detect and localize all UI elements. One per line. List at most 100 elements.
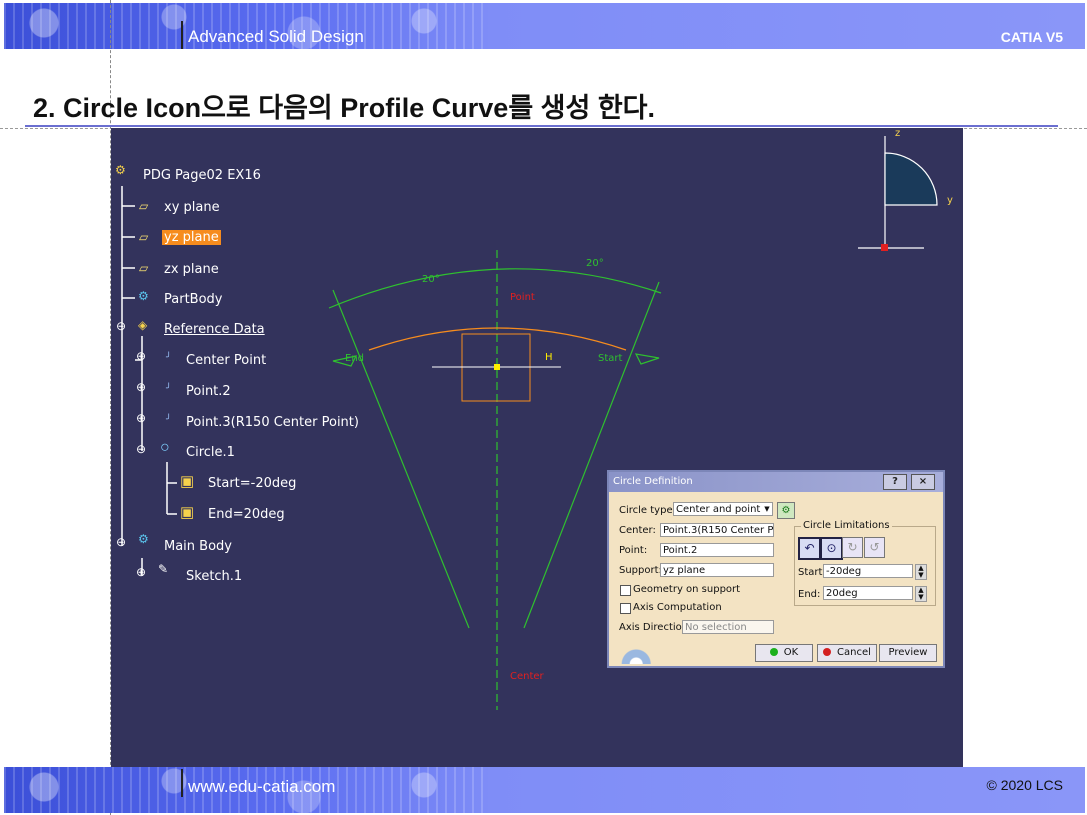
- compass-quadrant: [884, 152, 938, 206]
- circle-limitations-label: Circle Limitations: [801, 520, 892, 531]
- help-button[interactable]: ?: [883, 474, 907, 490]
- axis-computation-label: Axis Computation: [633, 602, 722, 613]
- end-label: End: [345, 353, 365, 364]
- circle-type-label: Circle type :: [619, 505, 680, 516]
- start-arrow: [634, 353, 660, 365]
- axis-direction-field[interactable]: No selection: [682, 620, 774, 634]
- end-field[interactable]: 20deg: [823, 586, 913, 600]
- collapse-icon[interactable]: ⊖: [116, 319, 126, 333]
- start-spinner-icon[interactable]: ▲ ▼: [915, 564, 927, 580]
- circle-definition-dialog: Circle Definition ? × Circle type : Cent…: [607, 470, 945, 668]
- expand-icon[interactable]: ⊕: [136, 411, 146, 425]
- sketch-icon: ✎: [158, 562, 169, 576]
- circle-icon: ○: [160, 439, 170, 456]
- compass-y-label: y: [947, 195, 953, 206]
- tree-item-end[interactable]: End=20deg: [208, 507, 285, 522]
- circle-type-lock-icon[interactable]: ⚙: [777, 502, 795, 519]
- compass-z-label: z: [895, 128, 901, 139]
- cancel-label: Cancel: [837, 647, 871, 658]
- header-brand: CATIA V5: [1000, 29, 1063, 45]
- point-label: Point: [510, 292, 535, 303]
- start-label: Start: [598, 353, 623, 364]
- support-label: Support:: [619, 565, 662, 576]
- start-label: Start:: [798, 567, 826, 578]
- point-label: Point:: [619, 545, 648, 556]
- end-spinner-icon[interactable]: ▲ ▼: [915, 586, 927, 602]
- partbody-icon: ⚙: [138, 289, 149, 303]
- title-underline: [25, 125, 1058, 127]
- center-label: Center: [510, 671, 544, 682]
- angle-dimension-arc: [328, 268, 662, 309]
- parameter-icon: ▣: [180, 504, 195, 521]
- body-icon: ⚙: [138, 532, 149, 546]
- dialog-titlebar[interactable]: Circle Definition ? ×: [609, 472, 943, 492]
- center-field[interactable]: Point.3(R150 Center Point): [660, 523, 774, 537]
- axis-direction-label: Axis Direction:: [619, 622, 692, 633]
- catia-viewport[interactable]: ⚙ PDG Page02 EX16 ▱ xy plane ▱ yz plane …: [111, 128, 963, 768]
- support-field[interactable]: yz plane: [660, 563, 774, 577]
- tree-item-partbody[interactable]: PartBody: [164, 292, 222, 307]
- plane-icon: ▱: [139, 199, 149, 213]
- point-icon: ╯: [166, 383, 172, 393]
- expand-icon[interactable]: ⊕: [136, 380, 146, 394]
- plane-icon: ▱: [139, 261, 149, 275]
- ok-label: OK: [783, 647, 799, 658]
- footer-separator: [181, 769, 183, 797]
- point-icon: ╯: [166, 414, 172, 424]
- cancel-dot-icon: [823, 648, 832, 656]
- tree-item-point-2[interactable]: Point.2: [186, 384, 231, 399]
- collapse-icon[interactable]: ⊖: [136, 442, 146, 456]
- collapse-icon[interactable]: ⊖: [116, 535, 126, 549]
- axis-computation-checkbox[interactable]: [620, 603, 631, 614]
- expand-icon[interactable]: ⊕: [136, 349, 146, 363]
- close-button[interactable]: ×: [911, 474, 935, 490]
- preview-button[interactable]: Preview: [879, 644, 937, 662]
- chevron-down-icon[interactable]: ▼: [762, 503, 772, 515]
- slide-title: 2. Circle Icon으로 다음의 Profile Curve를 생성 한…: [33, 93, 656, 123]
- complement-arc-icon[interactable]: ↺: [864, 537, 885, 558]
- slide-footer: www.edu-catia.com © 2020 LCS: [4, 767, 1085, 813]
- whole-circle-icon[interactable]: ⊙: [820, 537, 843, 560]
- tree-item-xy-plane[interactable]: xy plane: [164, 200, 220, 215]
- slide-header: Advanced Solid Design CATIA V5: [4, 3, 1085, 49]
- tree-item-center-point[interactable]: Center Point: [186, 353, 266, 368]
- angle-label-right: 20°: [586, 258, 604, 269]
- tree-item-circle-1[interactable]: Circle.1: [186, 445, 235, 460]
- geometrical-set-icon: ◈: [138, 318, 148, 332]
- center-label: Center:: [619, 525, 656, 536]
- tree-item-yz-plane[interactable]: yz plane: [162, 230, 221, 245]
- header-separator: [181, 21, 183, 49]
- circle-limitations-group: Circle Limitations ↶ ⊙ ↻ ↺ Start: -20deg…: [794, 520, 936, 606]
- part-arc-icon[interactable]: ↶: [798, 537, 821, 560]
- point-marker: [494, 364, 500, 370]
- geometry-on-support-checkbox[interactable]: [620, 585, 631, 596]
- plane-icon: ▱: [139, 230, 149, 244]
- tree-root[interactable]: PDG Page02 EX16: [143, 168, 261, 183]
- point-field[interactable]: Point.2: [660, 543, 774, 557]
- trim-arc-icon[interactable]: ↻: [842, 537, 863, 558]
- cancel-button[interactable]: Cancel: [817, 644, 877, 662]
- start-field[interactable]: -20deg: [823, 564, 913, 578]
- part-document-icon: ⚙: [115, 163, 126, 177]
- angle-label-left: 20°: [422, 274, 440, 285]
- circle-type-select[interactable]: Center and point: [673, 502, 773, 516]
- header-title: Advanced Solid Design: [188, 27, 364, 46]
- footer-copyright: © 2020 LCS: [986, 777, 1063, 793]
- tree-item-start[interactable]: Start=-20deg: [208, 476, 296, 491]
- geometry-on-support-label: Geometry on support: [633, 584, 741, 595]
- tree-item-point-3[interactable]: Point.3(R150 Center Point): [186, 415, 359, 430]
- expand-icon[interactable]: ⊕: [136, 565, 146, 579]
- ok-dot-icon: [769, 648, 778, 656]
- tree-item-zx-plane[interactable]: zx plane: [164, 262, 219, 277]
- footer-url[interactable]: www.edu-catia.com: [188, 777, 335, 797]
- tree-item-reference-data[interactable]: Reference Data: [164, 322, 265, 337]
- end-label: End:: [798, 589, 821, 600]
- h-label: H: [545, 352, 553, 363]
- dialog-title: Circle Definition: [613, 476, 693, 487]
- parameter-icon: ▣: [180, 473, 195, 490]
- tree-item-main-body[interactable]: Main Body: [164, 539, 232, 554]
- catia-logo-icon: [611, 634, 653, 664]
- ok-button[interactable]: OK: [755, 644, 813, 662]
- point-icon: ╯: [166, 352, 172, 362]
- tree-item-sketch-1[interactable]: Sketch.1: [186, 569, 242, 584]
